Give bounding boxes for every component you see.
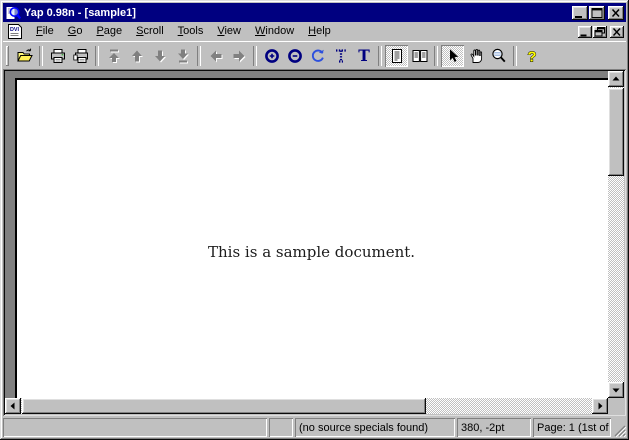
toolbar-buttons: T? (13, 45, 543, 67)
toolbar-separator (513, 46, 517, 66)
window-title: Yap 0.98n - [sample1] (24, 4, 572, 22)
double-page-icon (412, 48, 428, 64)
dvi-page: This is a sample document. (15, 78, 608, 398)
open-folder-icon (17, 48, 33, 64)
zoom-in-button[interactable] (260, 45, 283, 67)
dvi-document-icon[interactable]: DVI (7, 24, 23, 39)
text-render-button[interactable]: T (352, 45, 375, 67)
toolbar-separator (434, 46, 438, 66)
toolbar-separator (253, 46, 257, 66)
menu-items: FileGoPageScrollToolsViewWindowHelp (29, 23, 578, 40)
refresh-button[interactable] (306, 45, 329, 67)
scroll-right-button[interactable] (592, 398, 608, 414)
scrollbar-corner (608, 398, 624, 414)
zoom-out-icon (287, 48, 303, 64)
minimize-button[interactable] (572, 6, 588, 20)
zoom-out-button[interactable] (283, 45, 306, 67)
document-client-area: This is a sample document. (3, 69, 626, 416)
menu-item-window[interactable]: Window (248, 23, 301, 40)
toolbar-separator (39, 46, 43, 66)
title-bar: Yap 0.98n - [sample1] (3, 3, 626, 22)
toolbar-separator (95, 46, 99, 66)
toolbar-separator (378, 46, 382, 66)
status-panel-1 (3, 418, 267, 437)
status-panel-2 (269, 418, 293, 437)
document-text: This is a sample document. (208, 245, 415, 260)
source-specials-button[interactable] (329, 45, 352, 67)
vertical-scroll-thumb[interactable] (608, 88, 624, 176)
menu-item-view[interactable]: View (210, 23, 248, 40)
forward-icon (231, 48, 247, 64)
status-bar: (no source specials found)380, -2ptPage:… (3, 418, 626, 437)
status-panel-5: Page: 1 (1st of 1) (533, 418, 611, 437)
print-page-button[interactable] (69, 45, 92, 67)
print-doc-icon (73, 48, 89, 64)
next-page-icon (152, 48, 168, 64)
next-page-button (148, 45, 171, 67)
status-panel-3: (no source specials found) (295, 418, 455, 437)
svg-text:T: T (358, 48, 370, 64)
svg-text:?: ? (527, 48, 536, 63)
prev-page-button (125, 45, 148, 67)
resize-grip-icon[interactable] (613, 418, 626, 437)
forward-button (227, 45, 250, 67)
single-page-view-button[interactable] (385, 45, 408, 67)
scroll-left-button[interactable] (5, 398, 21, 414)
horizontal-scroll-thumb[interactable] (22, 398, 426, 414)
maximize-button[interactable] (589, 6, 605, 20)
menu-item-tools[interactable]: Tools (171, 23, 211, 40)
menu-item-page[interactable]: Page (89, 23, 129, 40)
svg-text:DVI: DVI (10, 27, 19, 33)
menu-item-help[interactable]: Help (301, 23, 338, 40)
first-page-button (102, 45, 125, 67)
menu-item-go[interactable]: Go (61, 23, 90, 40)
menu-item-scroll[interactable]: Scroll (129, 23, 171, 40)
yap-magnifier-icon (5, 5, 21, 21)
vertical-scrollbar[interactable] (608, 71, 624, 398)
back-icon (208, 48, 224, 64)
close-button[interactable] (608, 6, 624, 20)
back-button (204, 45, 227, 67)
magnifier-icon (491, 48, 507, 64)
toolbar-separator (197, 46, 201, 66)
mdi-restore-button[interactable] (593, 26, 607, 38)
toolbar: T? (3, 41, 626, 69)
select-tool-button[interactable] (441, 45, 464, 67)
text-icon: T (356, 48, 372, 64)
help-icon: ? (524, 48, 540, 64)
refresh-icon (310, 48, 326, 64)
app-window: Yap 0.98n - [sample1] DVI FileGoPageScro… (0, 0, 629, 440)
scroll-up-button[interactable] (608, 71, 624, 87)
zoom-in-icon (264, 48, 280, 64)
document-viewport[interactable]: This is a sample document. (5, 71, 608, 398)
last-page-button (171, 45, 194, 67)
single-page-icon (389, 48, 405, 64)
first-page-icon (106, 48, 122, 64)
last-page-icon (175, 48, 191, 64)
open-button[interactable] (13, 45, 36, 67)
mdi-minimize-button[interactable] (578, 26, 592, 38)
print-button[interactable] (46, 45, 69, 67)
menu-bar: DVI FileGoPageScrollToolsViewWindowHelp (3, 22, 626, 41)
pointer-icon (445, 48, 461, 64)
menu-item-file[interactable]: File (29, 23, 61, 40)
status-panel-4: 380, -2pt (457, 418, 531, 437)
scroll-down-button[interactable] (608, 382, 624, 398)
prev-page-icon (129, 48, 145, 64)
horizontal-scrollbar[interactable] (5, 398, 608, 414)
print-icon (50, 48, 66, 64)
mdi-close-button[interactable] (610, 26, 624, 38)
help-button[interactable]: ? (520, 45, 543, 67)
source-text-icon (333, 48, 349, 64)
double-page-view-button[interactable] (408, 45, 431, 67)
hand-icon (468, 48, 484, 64)
toolbar-gripper[interactable] (6, 46, 9, 66)
hand-tool-button[interactable] (464, 45, 487, 67)
magnifier-tool-button[interactable] (487, 45, 510, 67)
